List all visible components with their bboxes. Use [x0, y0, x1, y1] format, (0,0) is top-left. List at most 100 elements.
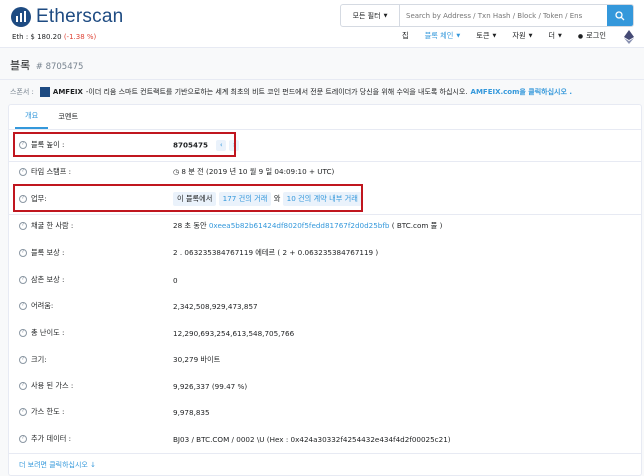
- timestamp-value: ◷ 8 분 전 (2019 년 10 월 9 일 04:09:10 + UTC): [173, 167, 334, 177]
- nav-item-label: 토큰: [476, 31, 490, 40]
- row-timestamp: ? 타임 스탬프 : ◷ 8 분 전 (2019 년 10 월 9 일 04:09…: [9, 164, 641, 180]
- gas-used-value: 9,926,337 (99.47 %): [173, 381, 248, 391]
- nav-item-4[interactable]: 더 ▼: [540, 31, 569, 41]
- row-gas-used: ? 사용 된 가스 : 9,926,337 (99.47 %): [9, 378, 641, 394]
- timestamp-label-text: 타임 스탬프 :: [31, 167, 72, 176]
- page-title: 블록 # 8705475: [10, 57, 83, 73]
- tab-overview[interactable]: 개요: [15, 105, 49, 129]
- miner-address-link[interactable]: 0xeea5b82b61424df8020f5fedd81767f2d0d25b…: [209, 221, 390, 230]
- block-reward-label: ? 블록 보상 :: [19, 248, 64, 258]
- timestamp-label: ? 타임 스탬프 :: [19, 167, 71, 177]
- miner-label: ? 채굴 한 사람 :: [19, 221, 73, 231]
- search-input[interactable]: [400, 5, 607, 26]
- divider: [9, 161, 641, 162]
- block-number-subtitle: # 8705475: [35, 62, 84, 72]
- user-icon: ●: [577, 32, 584, 40]
- question-icon[interactable]: ?: [19, 408, 27, 416]
- extra-data-label: ? 추가 데이터 :: [19, 434, 71, 444]
- page-header: 블록 # 8705475: [0, 48, 644, 80]
- difficulty-value: 2,342,508,929,473,857: [173, 301, 258, 311]
- page-title-text: 블록: [10, 59, 31, 72]
- logo-text: Etherscan: [36, 6, 124, 27]
- nav-item-1[interactable]: 블록 체인 ▼: [417, 31, 469, 41]
- chevron-down-icon: ▼: [456, 33, 461, 39]
- search-filter-label: 모든 필터: [352, 11, 381, 20]
- nav-item-5[interactable]: ● 로그인: [570, 31, 614, 41]
- question-icon[interactable]: ?: [19, 168, 27, 176]
- uncles-reward-label-text: 삼촌 보상 :: [31, 275, 65, 284]
- row-total-difficulty: ? 총 난이도 : 12,290,693,254,613,548,705,766: [9, 325, 641, 341]
- question-icon[interactable]: ?: [19, 222, 27, 230]
- extra-data-label-text: 추가 데이터 :: [31, 434, 72, 443]
- block-reward-value: 2 . 063235384767119 에테르 ( 2 + 0.06323538…: [173, 248, 379, 257]
- row-size: ? 크기: 30,279 바이트: [9, 352, 641, 368]
- chevron-down-icon: ▼: [528, 33, 533, 39]
- show-more-label: 더 보려면 클릭하십시오: [19, 461, 88, 469]
- eth-price: Eth : $ 180.20 (-1.38 %): [12, 33, 96, 41]
- show-more-link[interactable]: 더 보려면 클릭하십시오 ↓: [19, 460, 96, 470]
- miner-label-text: 채굴 한 사람 :: [31, 221, 74, 230]
- question-icon[interactable]: ?: [19, 276, 27, 284]
- sponsor-name: AMFEIX: [52, 88, 83, 96]
- gas-limit-label-text: 가스 한도 :: [31, 407, 65, 416]
- nav-item-label: 집: [402, 31, 409, 40]
- etherscan-logo[interactable]: Etherscan: [10, 6, 123, 28]
- search-icon: [615, 10, 625, 20]
- total-difficulty-label: ? 총 난이도 :: [19, 328, 64, 338]
- chevron-down-icon: ▼: [383, 12, 388, 19]
- eth-price-change: (-1.38 %): [63, 33, 97, 41]
- question-icon[interactable]: ?: [19, 356, 27, 364]
- tab-comments[interactable]: 코멘트: [48, 105, 88, 129]
- gas-limit-value: 9,978,835: [173, 407, 210, 417]
- row-uncles-reward: ? 삼촌 보상 : 0: [9, 272, 641, 288]
- nav-item-0[interactable]: 집: [394, 31, 417, 41]
- timestamp-text: 8 분 전 (2019 년 10 월 9 일 04:09:10 + UTC): [181, 167, 335, 176]
- uncles-reward-label: ? 삼촌 보상 :: [19, 275, 64, 285]
- search-filter-dropdown[interactable]: 모든 필터 ▼: [341, 5, 400, 26]
- sponsor-link[interactable]: AMFEIX.com을 클릭하십시오 .: [471, 87, 572, 97]
- question-icon[interactable]: ?: [19, 249, 27, 257]
- main-nav: 집 블록 체인 ▼ 토큰 ▼ 자원 ▼ 더 ▼ ● 로그인: [394, 31, 614, 41]
- row-extra-data: ? 추가 데이터 : BJ03 / BTC.COM / 0002 \U (Hex …: [9, 431, 641, 447]
- size-label-text: 크기:: [31, 355, 47, 364]
- gas-used-label-text: 사용 된 가스 :: [31, 381, 74, 390]
- divider: [9, 453, 641, 454]
- etherscan-logo-icon: [11, 7, 31, 27]
- gas-limit-label: ? 가스 한도 :: [19, 407, 64, 417]
- gas-used-label: ? 사용 된 가스 :: [19, 381, 73, 391]
- total-difficulty-label-text: 총 난이도 :: [31, 328, 65, 337]
- sponsor-banner: 스폰서 : AMFEIX -이더 리움 스마트 컨트랙트를 기반으로하는 세계 …: [10, 87, 572, 97]
- tab-bar: 개요 코멘트: [9, 105, 641, 130]
- block-overview-card: 개요 코멘트 ? 블록 높이 : 8705475 ‹ › ? 타임 스탬프 : ◷ 8…: [8, 104, 642, 476]
- eth-price-value: Eth : $ 180.20: [12, 33, 62, 41]
- highlight-box: [13, 132, 236, 157]
- miner-prefix: 28 초 동안: [173, 221, 207, 230]
- nav-item-3[interactable]: 자원 ▼: [504, 31, 540, 41]
- row-difficulty: ? 어려움: 2,342,508,929,473,857: [9, 298, 641, 314]
- size-label: ? 크기:: [19, 355, 47, 365]
- top-bar: Etherscan Eth : $ 180.20 (-1.38 %) 모든 필터…: [0, 0, 644, 48]
- chevron-down-icon: ▼: [492, 33, 497, 39]
- question-icon[interactable]: ?: [19, 435, 27, 443]
- nav-item-2[interactable]: 토큰 ▼: [468, 31, 504, 41]
- question-icon[interactable]: ?: [19, 382, 27, 390]
- row-gas-limit: ? 가스 한도 : 9,978,835: [9, 404, 641, 420]
- clock-icon: ◷: [173, 168, 180, 176]
- question-icon[interactable]: ?: [19, 302, 27, 310]
- arrow-down-icon: ↓: [90, 461, 96, 469]
- difficulty-label: ? 어려움:: [19, 301, 53, 311]
- highlight-box: [13, 184, 363, 212]
- difficulty-label-text: 어려움:: [31, 301, 54, 310]
- sponsor-label: 스폰서 :: [10, 88, 34, 96]
- nav-item-label: 자원: [512, 31, 526, 40]
- ethereum-icon[interactable]: [624, 30, 634, 44]
- chevron-down-icon: ▼: [558, 33, 562, 39]
- sponsor-text: -이더 리움 스마트 컨트랙트를 기반으로하는 세계 최초의 비트 코인 펀드에…: [85, 88, 468, 96]
- block-reward-label-text: 블록 보상 :: [31, 248, 65, 257]
- nav-item-label: 블록 체인: [424, 31, 454, 40]
- question-icon[interactable]: ?: [19, 329, 27, 337]
- row-block-reward: ? 블록 보상 : 2 . 063235384767119 에테르 ( 2 + 0…: [9, 245, 641, 261]
- miner-pool: ( BTC.com 풀 ): [391, 221, 443, 230]
- search-button[interactable]: [607, 5, 633, 26]
- extra-data-value: BJ03 / BTC.COM / 0002 \U (Hex : 0x424a30…: [173, 434, 451, 444]
